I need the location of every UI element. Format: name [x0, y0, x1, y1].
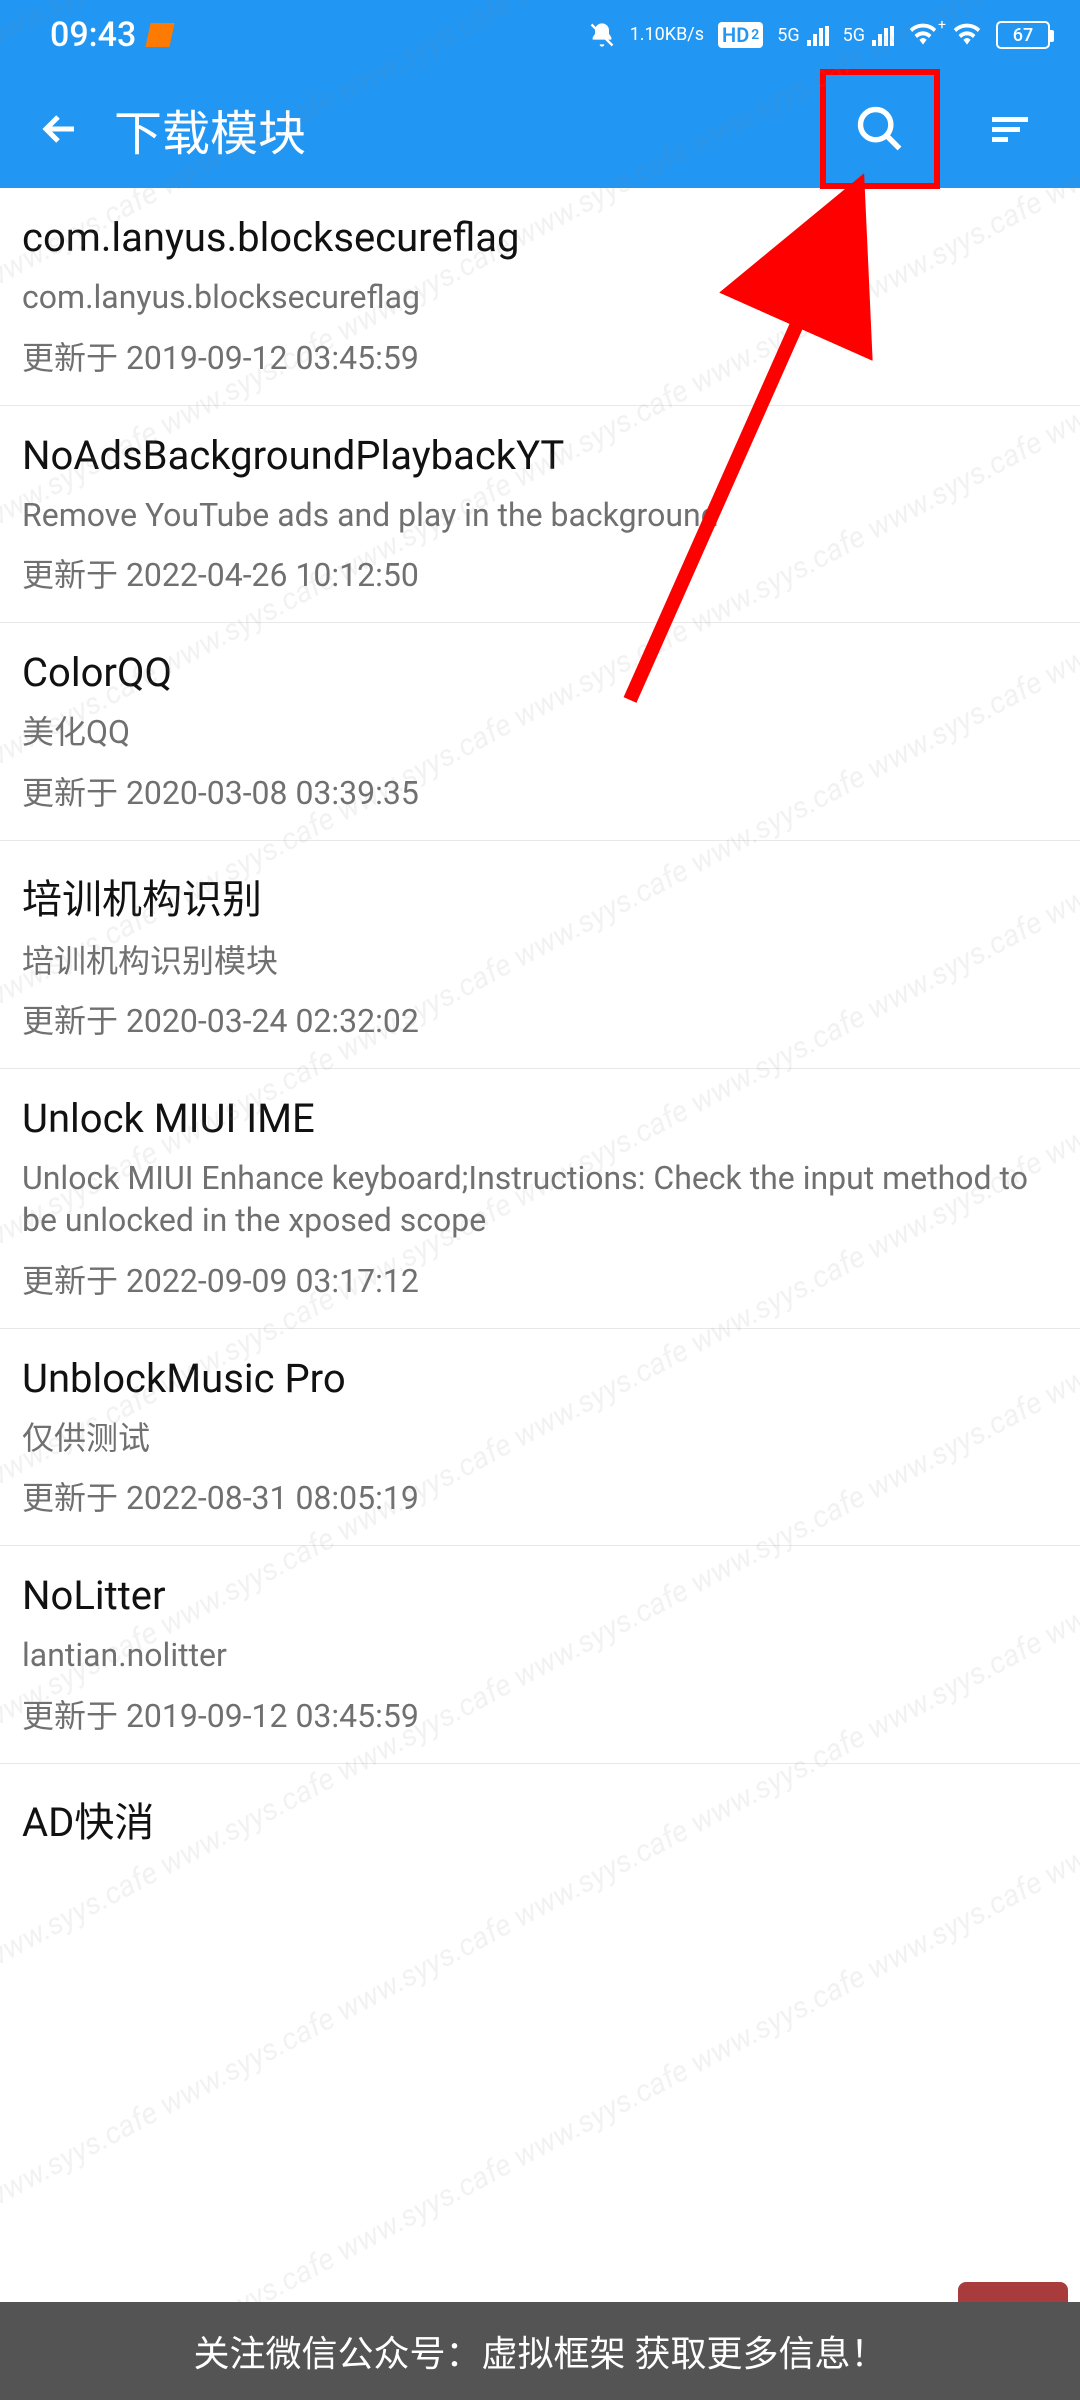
hd-voice-icon: HD 2: [718, 22, 763, 48]
sim2-signal-icon: 5G: [843, 25, 894, 46]
item-updated: 更新于 2020-03-24 02:32:02: [22, 996, 1058, 1042]
item-title: ColorQQ: [22, 649, 1058, 696]
status-left: 09:43: [50, 15, 172, 55]
item-desc: 仅供测试: [22, 1418, 1058, 1460]
module-list: com.lanyus.blocksecureflag com.lanyus.bl…: [0, 188, 1080, 1852]
notification-mute-icon: [588, 21, 616, 49]
page-title: 下载模块: [100, 94, 820, 164]
item-updated: 更新于 2020-03-08 03:39:35: [22, 768, 1058, 814]
item-updated: 更新于 2019-09-12 03:45:59: [22, 1691, 1058, 1737]
item-updated: 更新于 2022-04-26 10:12:50: [22, 550, 1058, 596]
banner-text: 关注微信公众号：虚拟框架 获取更多信息！: [194, 2325, 887, 2377]
item-title: NoLitter: [22, 1572, 1058, 1619]
item-updated: 更新于 2022-08-31 08:05:19: [22, 1473, 1058, 1519]
list-item[interactable]: UnblockMusic Pro 仅供测试 更新于 2022-08-31 08:…: [0, 1329, 1080, 1547]
item-updated: 更新于 2019-09-12 03:45:59: [22, 333, 1058, 379]
item-title: com.lanyus.blocksecureflag: [22, 214, 1058, 261]
item-desc: lantian.nolitter: [22, 1635, 1058, 1677]
item-title: UnblockMusic Pro: [22, 1355, 1058, 1402]
list-item[interactable]: NoAdsBackgroundPlaybackYT Remove YouTube…: [0, 406, 1080, 624]
list-item[interactable]: ColorQQ 美化QQ 更新于 2020-03-08 03:39:35: [0, 623, 1080, 841]
wifi-icon: [952, 23, 982, 47]
list-item[interactable]: com.lanyus.blocksecureflag com.lanyus.bl…: [0, 188, 1080, 406]
sort-icon: [986, 105, 1034, 153]
wifi-plus-icon: [908, 23, 938, 47]
item-title: Unlock MIUI IME: [22, 1095, 1058, 1142]
item-title: AD快消: [22, 1790, 1058, 1848]
search-button[interactable]: [820, 69, 940, 189]
item-desc: Unlock MIUI Enhance keyboard;Instruction…: [22, 1158, 1058, 1241]
status-bar: 09:43 1.10 KB/s HD 2 5G 5G 67: [0, 0, 1080, 70]
item-desc: com.lanyus.blocksecureflag: [22, 277, 1058, 319]
item-title: NoAdsBackgroundPlaybackYT: [22, 432, 1058, 479]
item-title: 培训机构识别: [22, 867, 1058, 925]
app-bar: 下载模块: [0, 70, 1080, 188]
bottom-banner[interactable]: 关注微信公众号：虚拟框架 获取更多信息！: [0, 2302, 1080, 2400]
item-desc: 美化QQ: [22, 712, 1058, 754]
arrow-left-icon: [36, 105, 84, 153]
item-desc: 培训机构识别模块: [22, 941, 1058, 983]
status-right: 1.10 KB/s HD 2 5G 5G 67: [588, 21, 1050, 49]
item-updated: 更新于 2022-09-09 03:17:12: [22, 1256, 1058, 1302]
back-button[interactable]: [20, 105, 100, 153]
battery-indicator: 67: [996, 21, 1050, 49]
sort-button[interactable]: [960, 79, 1060, 179]
item-desc: Remove YouTube ads and play in the backg…: [22, 495, 1058, 537]
sim1-signal-icon: 5G: [777, 25, 828, 46]
clock-text: 09:43: [50, 15, 136, 55]
list-item[interactable]: AD快消: [0, 1764, 1080, 1852]
search-icon: [854, 103, 906, 155]
list-item[interactable]: 培训机构识别 培训机构识别模块 更新于 2020-03-24 02:32:02: [0, 841, 1080, 1070]
list-item[interactable]: NoLitter lantian.nolitter 更新于 2019-09-12…: [0, 1546, 1080, 1764]
network-speed-indicator: 1.10 KB/s: [630, 27, 704, 43]
miui-flag-icon: [146, 23, 175, 47]
list-item[interactable]: Unlock MIUI IME Unlock MIUI Enhance keyb…: [0, 1069, 1080, 1328]
